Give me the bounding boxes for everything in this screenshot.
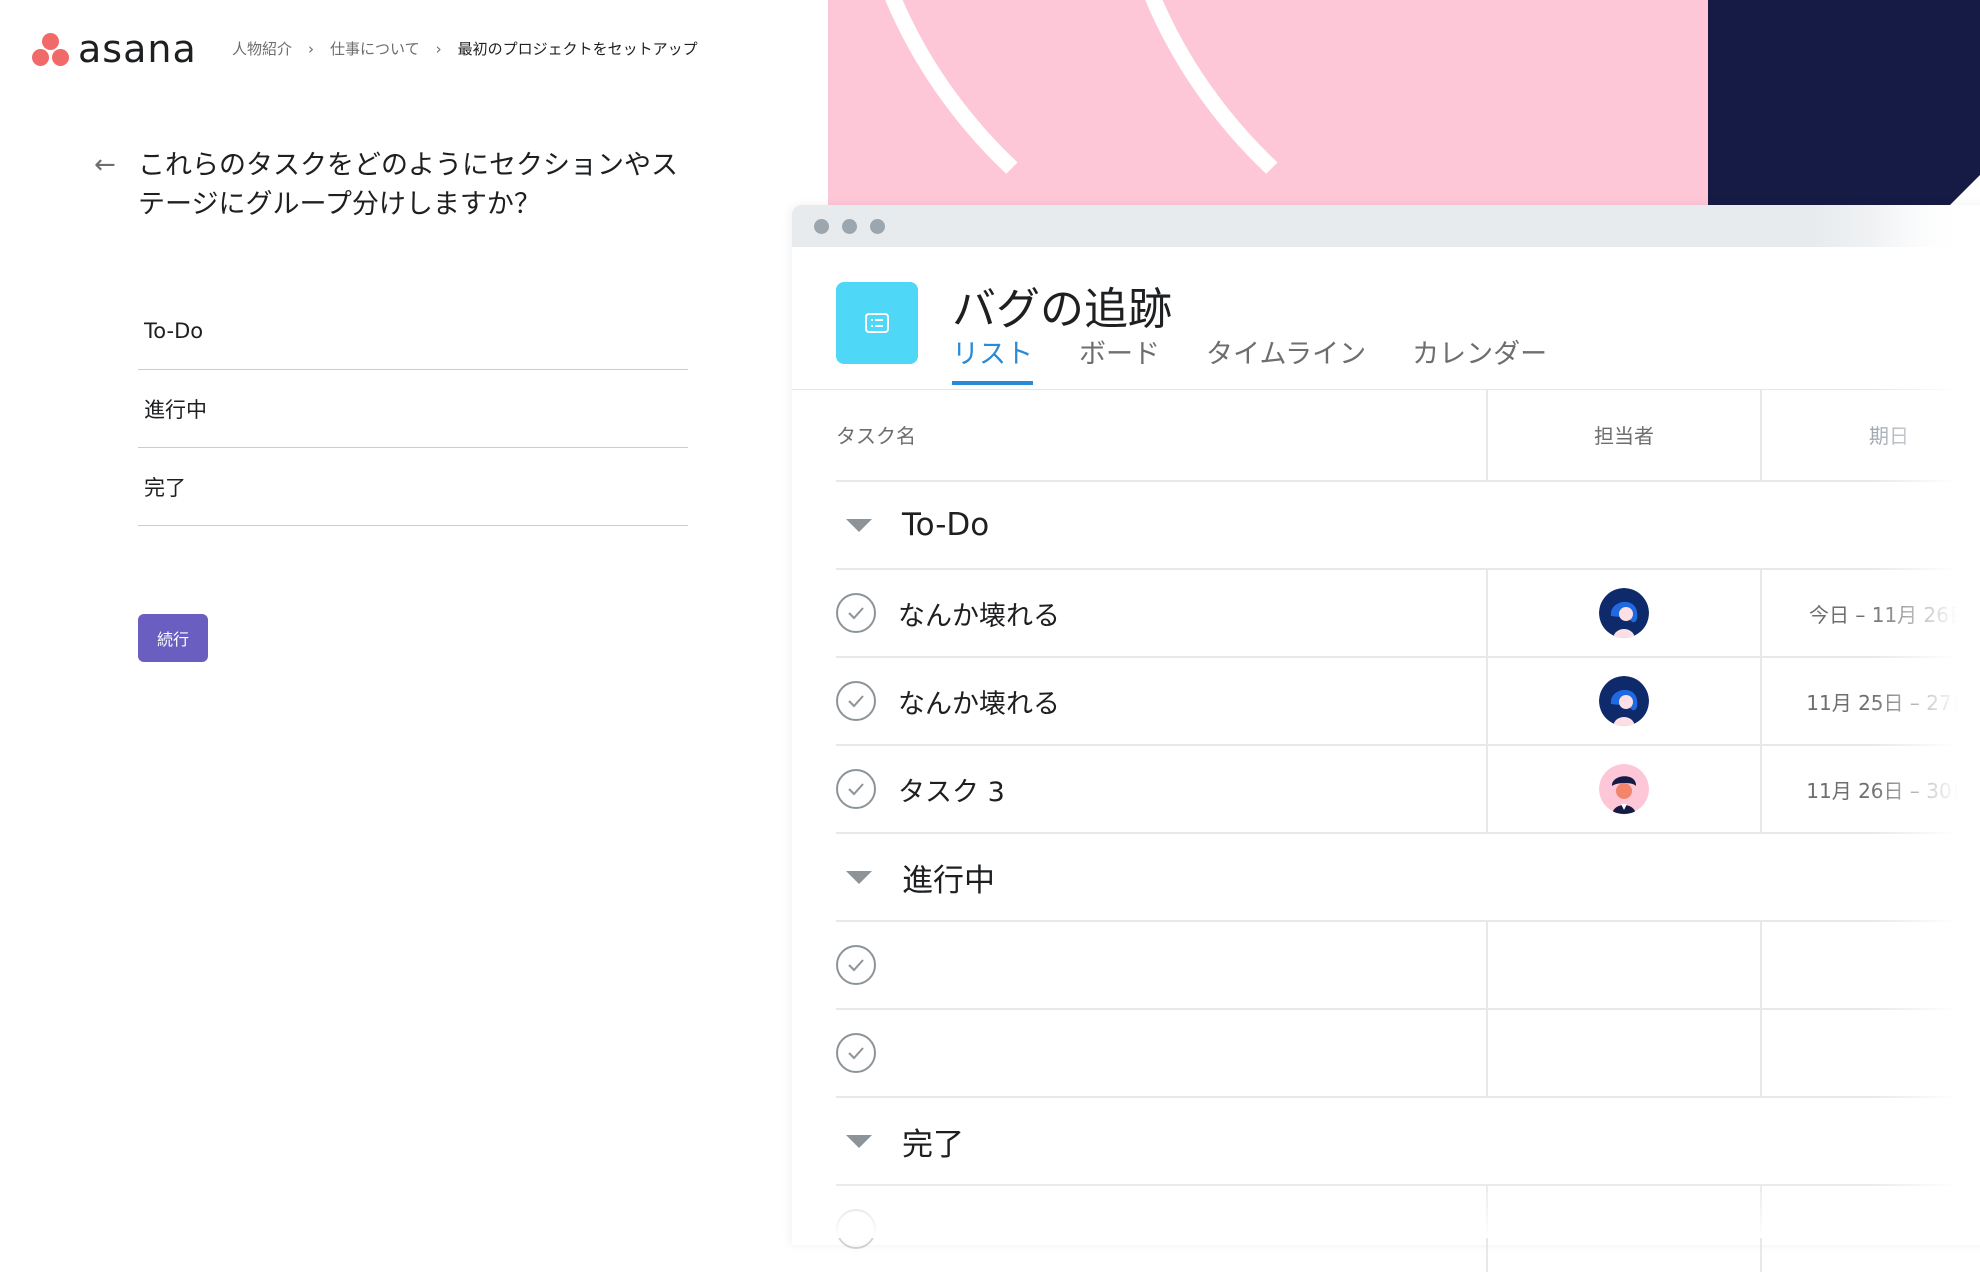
checkmark-icon[interactable] [836, 945, 876, 985]
section-header-todo[interactable]: To-Do [836, 482, 1980, 570]
setup-panel: asana 人物紹介 › 仕事について › 最初のプロジェクトをセットアップ ←… [0, 0, 780, 1238]
project-title: バグの追跡 [952, 284, 1172, 335]
table-row[interactable]: なんか壊れる 11月 25日 – 27日 [836, 658, 1980, 746]
checkmark-icon[interactable] [836, 593, 876, 633]
due-date-cell[interactable] [1760, 1010, 1980, 1096]
tab-list[interactable]: リスト [952, 332, 1033, 385]
page-title: これらのタスクをどのようにセクションやステージにグループ分けしますか？ [138, 150, 678, 220]
checkmark-icon[interactable] [836, 1209, 876, 1249]
avatar[interactable] [1599, 588, 1649, 638]
section-input-in-progress[interactable] [138, 370, 688, 448]
section-input-todo[interactable] [138, 292, 688, 370]
asana-logo[interactable]: asana [32, 30, 197, 68]
table-row[interactable]: タスク 3 11月 26日 – 30日 [836, 746, 1980, 834]
breadcrumb-item-work[interactable]: 仕事について [330, 38, 420, 59]
column-header-assignee: 担当者 [1486, 389, 1760, 480]
due-date-cell[interactable] [1760, 922, 1980, 1008]
breadcrumb-item-current: 最初のプロジェクトをセットアップ [457, 40, 698, 58]
asana-logo-icon [32, 31, 70, 67]
hero-navy-block [1708, 0, 1980, 205]
due-date[interactable]: 11月 25日 – 27日 [1806, 687, 1971, 716]
assignee-cell[interactable] [1486, 922, 1760, 1008]
back-arrow-icon[interactable]: ← [94, 152, 116, 178]
section-name: 進行中 [902, 862, 995, 899]
table-header: タスク名 担当者 期日 [836, 389, 1980, 482]
project-preview-window: バグの追跡 リスト ボード タイムライン カレンダー タスク名 担当者 期日 T… [792, 205, 1980, 1272]
hero-illustration [828, 0, 1980, 205]
window-dot-icon [842, 219, 857, 234]
project-tabs: リスト ボード タイムライン カレンダー [952, 332, 1593, 385]
checkmark-icon[interactable] [836, 1033, 876, 1073]
tab-timeline[interactable]: タイムライン [1206, 332, 1366, 385]
task-name[interactable]: タスク 3 [898, 770, 1005, 809]
chevron-right-icon: › [308, 39, 315, 58]
window-dot-icon [814, 219, 829, 234]
task-table: タスク名 担当者 期日 To-Do なんか壊れる 今日 – 11月 26日 なん… [836, 389, 1980, 1272]
task-name[interactable]: なんか壊れる [898, 594, 1060, 633]
section-name: 完了 [902, 1126, 964, 1163]
breadcrumb-item-intro[interactable]: 人物紹介 [232, 38, 292, 59]
due-date-cell[interactable] [1760, 1186, 1980, 1272]
checkmark-icon[interactable] [836, 681, 876, 721]
breadcrumb: 人物紹介 › 仕事について › 最初のプロジェクトをセットアップ [232, 38, 698, 59]
assignee-cell[interactable] [1486, 1010, 1760, 1096]
table-row[interactable]: なんか壊れる 今日 – 11月 26日 [836, 570, 1980, 658]
due-date[interactable]: 11月 26日 – 30日 [1806, 775, 1971, 804]
chevron-right-icon: › [435, 39, 442, 58]
section-inputs [138, 292, 688, 526]
asana-wordmark: asana [78, 27, 197, 71]
avatar[interactable] [1599, 676, 1649, 726]
caret-down-icon[interactable] [846, 870, 872, 884]
list-icon [836, 282, 918, 364]
table-row[interactable] [836, 922, 1980, 1010]
caret-down-icon[interactable] [846, 518, 872, 532]
window-titlebar [792, 205, 1980, 247]
assignee-cell[interactable] [1486, 1186, 1760, 1272]
tab-board[interactable]: ボード [1079, 332, 1160, 385]
caret-down-icon[interactable] [846, 1134, 872, 1148]
avatar[interactable] [1599, 764, 1649, 814]
column-header-name: タスク名 [836, 424, 916, 448]
continue-button[interactable]: 続行 [138, 614, 208, 662]
tab-calendar[interactable]: カレンダー [1412, 332, 1547, 385]
window-dot-icon [870, 219, 885, 234]
due-date[interactable]: 今日 – 11月 26日 [1809, 599, 1969, 628]
checkmark-icon[interactable] [836, 769, 876, 809]
project-header: バグの追跡 リスト ボード タイムライン カレンダー [792, 247, 1980, 390]
section-input-done[interactable] [138, 448, 688, 526]
section-header-in-progress[interactable]: 進行中 [836, 834, 1980, 922]
section-name: To-Do [902, 507, 990, 543]
table-row[interactable] [836, 1010, 1980, 1098]
section-header-done[interactable]: 完了 [836, 1098, 1980, 1186]
table-row[interactable] [836, 1186, 1980, 1272]
task-name[interactable]: なんか壊れる [898, 682, 1060, 721]
column-header-due: 期日 [1760, 389, 1980, 480]
